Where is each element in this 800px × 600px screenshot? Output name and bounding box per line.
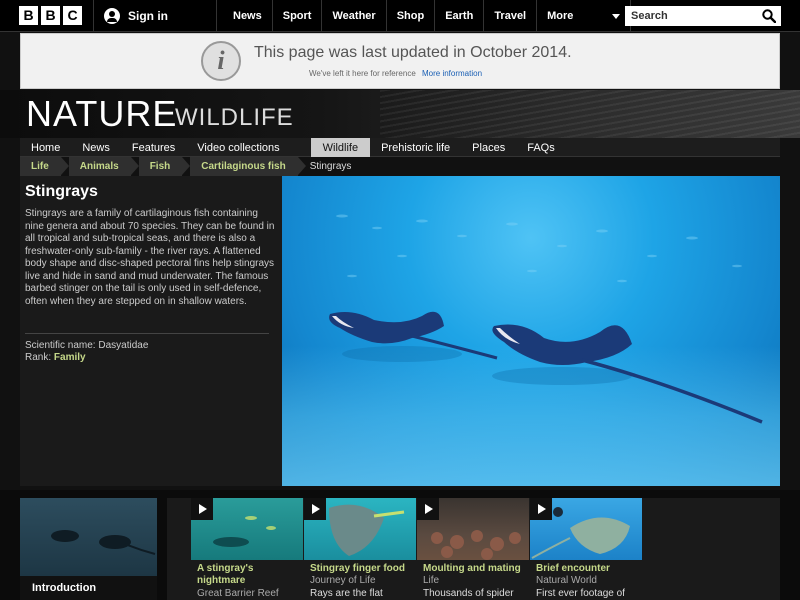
nav-sport[interactable]: Sport — [273, 0, 323, 32]
video-title: Stingray finger food — [310, 563, 405, 574]
nav-more-button[interactable]: More — [537, 0, 632, 32]
video-blurb: Thousands of spider — [423, 588, 514, 599]
bbc-logo[interactable]: B B C — [19, 6, 82, 25]
breadcrumb-current: Stingrays — [309, 161, 352, 172]
rank-row: Rank: Family — [25, 352, 86, 363]
nav-weather[interactable]: Weather — [322, 0, 387, 32]
breadcrumb-life[interactable]: Life — [20, 157, 69, 176]
video-title: Brief encounter — [536, 563, 610, 574]
nav-earth[interactable]: Earth — [435, 0, 485, 32]
divider — [25, 333, 269, 334]
section-title[interactable]: WILDLIFE — [175, 104, 294, 132]
video-card[interactable]: Stingray finger food Journey of Life Ray… — [304, 498, 416, 600]
stingray-hero-image — [282, 176, 780, 486]
breadcrumb-animals[interactable]: Animals — [68, 157, 139, 176]
tab-video-collections[interactable]: Video collections — [186, 138, 290, 157]
fish-school — [336, 214, 742, 283]
video-cards: A stingray's nightmare Great Barrier Ree… — [167, 498, 780, 600]
play-icon[interactable] — [191, 498, 213, 520]
archive-subtext: We've left it here for reference More in… — [309, 69, 482, 78]
nav-more-label: More — [547, 10, 574, 22]
nav-travel[interactable]: Travel — [484, 0, 538, 32]
tab-news[interactable]: News — [71, 138, 121, 157]
ray-shadow — [342, 346, 462, 362]
video-card[interactable]: A stingray's nightmare Great Barrier Ree… — [191, 498, 303, 600]
tab-prehistoric-life[interactable]: Prehistoric life — [370, 138, 461, 157]
play-icon[interactable] — [530, 498, 552, 520]
video-source: Natural World — [536, 575, 597, 586]
chevron-down-icon — [612, 13, 621, 19]
breadcrumb: Life Animals Fish Cartilaginous fish Sti… — [20, 157, 780, 176]
rank-label: Rank: — [25, 352, 52, 363]
introduction-tile[interactable]: Introduction — [20, 498, 157, 600]
play-icon[interactable] — [417, 498, 439, 520]
play-icon[interactable] — [304, 498, 326, 520]
breadcrumb-fish[interactable]: Fish — [138, 157, 190, 176]
rank-link[interactable]: Family — [54, 352, 86, 363]
section-nav: Home News Features Video collections Wil… — [20, 138, 780, 157]
nav-news[interactable]: News — [223, 0, 273, 32]
video-card[interactable]: Brief encounter Natural World First ever… — [530, 498, 642, 600]
sign-in-label: Sign in — [128, 9, 168, 23]
video-title: A stingray's nightmare — [197, 563, 303, 587]
species-info-panel: Stingrays Stingrays are a family of cart… — [20, 176, 282, 486]
bbc-logo-letter: C — [63, 6, 82, 25]
nav-shop[interactable]: Shop — [387, 0, 436, 32]
video-blurb: First ever footage of — [536, 588, 625, 599]
search-input[interactable] — [631, 10, 751, 22]
tab-faqs[interactable]: FAQs — [516, 138, 566, 157]
search-box — [625, 6, 781, 26]
archive-notice: i This page was last updated in October … — [20, 33, 780, 89]
video-blurb: Rays are the flat — [310, 588, 383, 599]
global-nav: News Sport Weather Shop Earth Travel Mor… — [223, 0, 632, 32]
user-icon — [104, 8, 120, 24]
bbc-logo-letter: B — [41, 6, 60, 25]
stingrays-illustration — [329, 214, 763, 424]
video-title-line: nightmare — [197, 575, 246, 586]
video-title-line: A stingray's — [197, 563, 254, 574]
archive-message: This page was last updated in October 20… — [254, 44, 572, 61]
video-card[interactable]: Moulting and mating Life Thousands of sp… — [417, 498, 529, 600]
video-source: Journey of Life — [310, 575, 376, 586]
breadcrumb-cartilaginous-fish[interactable]: Cartilaginous fish — [190, 157, 307, 176]
more-information-link[interactable]: More information — [422, 69, 482, 78]
tab-places[interactable]: Places — [461, 138, 516, 157]
site-title[interactable]: NATURE — [26, 93, 177, 135]
tab-features[interactable]: Features — [121, 138, 186, 157]
page-title: Stingrays — [25, 183, 98, 200]
species-description: Stingrays are a family of cartilaginous … — [25, 208, 275, 307]
archive-subtext-label: We've left it here for reference — [309, 69, 416, 78]
bbc-logo-letter: B — [19, 6, 38, 25]
video-source: Great Barrier Reef — [197, 588, 279, 599]
introduction-thumbnail — [20, 498, 157, 576]
tab-home[interactable]: Home — [20, 138, 71, 157]
bbc-top-bar: B B C Sign in News Sport Weather Shop Ea… — [0, 0, 800, 32]
header-fish-pattern — [380, 90, 800, 138]
info-icon: i — [201, 41, 241, 81]
search-icon[interactable] — [762, 9, 776, 23]
introduction-stingrays-image — [51, 530, 156, 555]
video-source: Life — [423, 575, 440, 586]
tab-wildlife[interactable]: Wildlife — [310, 138, 371, 157]
video-title: Moulting and mating — [423, 563, 521, 574]
nature-header: NATURE WILDLIFE — [0, 90, 800, 138]
sign-in-button[interactable]: Sign in — [93, 0, 217, 32]
introduction-label: Introduction — [20, 576, 157, 600]
scientific-name: Scientific name: Dasyatidae — [25, 340, 149, 351]
